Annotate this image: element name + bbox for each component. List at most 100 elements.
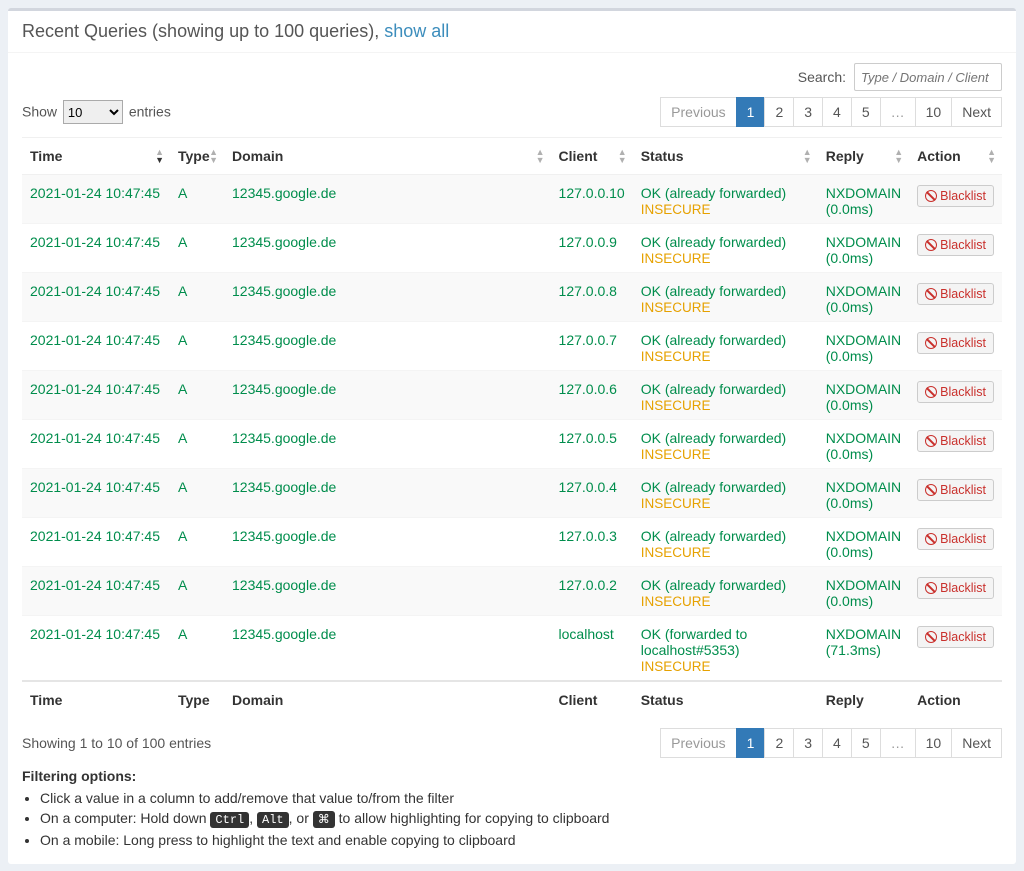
th-status[interactable]: Status▲▼ (633, 138, 818, 175)
blacklist-label: Blacklist (940, 287, 986, 301)
cell-domain[interactable]: 12345.google.de (232, 332, 336, 348)
cell-reply[interactable]: NXDOMAIN (0.0ms) (826, 283, 901, 315)
page-3[interactable]: 3 (793, 97, 823, 127)
page-3[interactable]: 3 (793, 728, 823, 758)
cell-reply[interactable]: NXDOMAIN (0.0ms) (826, 185, 901, 217)
blacklist-button[interactable]: Blacklist (917, 283, 994, 305)
cell-type[interactable]: A (178, 577, 187, 593)
page-prev[interactable]: Previous (660, 728, 736, 758)
page-1[interactable]: 1 (736, 728, 766, 758)
page-5[interactable]: 5 (851, 728, 881, 758)
blacklist-button[interactable]: Blacklist (917, 185, 994, 207)
page-5[interactable]: 5 (851, 97, 881, 127)
cell-client[interactable]: 127.0.0.2 (559, 577, 617, 593)
ban-icon (925, 239, 937, 251)
cell-type[interactable]: A (178, 332, 187, 348)
cell-domain[interactable]: 12345.google.de (232, 234, 336, 250)
cell-time[interactable]: 2021-01-24 10:47:45 (30, 381, 160, 397)
entries-select[interactable]: 10 (63, 100, 123, 124)
cell-time[interactable]: 2021-01-24 10:47:45 (30, 626, 160, 642)
cell-reply[interactable]: NXDOMAIN (0.0ms) (826, 577, 901, 609)
page-4[interactable]: 4 (822, 728, 852, 758)
pager-top: Previous 1 2 3 4 5 … 10 Next (661, 97, 1002, 127)
th-reply[interactable]: Reply▲▼ (818, 138, 909, 175)
cell-reply[interactable]: NXDOMAIN (71.3ms) (826, 626, 901, 658)
queries-table: Time▲▼ Type▲▼ Domain▲▼ Client▲▼ Status▲▼… (22, 137, 1002, 718)
blacklist-button[interactable]: Blacklist (917, 332, 994, 354)
cell-domain[interactable]: 12345.google.de (232, 528, 336, 544)
filter-section: Filtering options: Click a value in a co… (8, 762, 1016, 848)
cell-type[interactable]: A (178, 626, 187, 642)
page-2[interactable]: 2 (764, 728, 794, 758)
page-next[interactable]: Next (951, 97, 1002, 127)
cell-client[interactable]: 127.0.0.5 (559, 430, 617, 446)
cell-status: OK (already forwarded) (641, 528, 787, 544)
cell-client[interactable]: 127.0.0.3 (559, 528, 617, 544)
cell-type[interactable]: A (178, 528, 187, 544)
blacklist-button[interactable]: Blacklist (917, 381, 994, 403)
blacklist-button[interactable]: Blacklist (917, 479, 994, 501)
cell-reply[interactable]: NXDOMAIN (0.0ms) (826, 430, 901, 462)
cell-time[interactable]: 2021-01-24 10:47:45 (30, 528, 160, 544)
cell-reply[interactable]: NXDOMAIN (0.0ms) (826, 332, 901, 364)
th-domain[interactable]: Domain▲▼ (224, 138, 551, 175)
cell-insecure: INSECURE (641, 447, 711, 462)
blacklist-button[interactable]: Blacklist (917, 234, 994, 256)
filter-tip-2: On a computer: Hold down Ctrl, Alt, or ⌘… (40, 810, 1002, 828)
cell-client[interactable]: 127.0.0.4 (559, 479, 617, 495)
blacklist-button[interactable]: Blacklist (917, 430, 994, 452)
cell-status: OK (already forwarded) (641, 430, 787, 446)
blacklist-button[interactable]: Blacklist (917, 528, 994, 550)
cell-client[interactable]: 127.0.0.10 (559, 185, 625, 201)
cell-reply[interactable]: NXDOMAIN (0.0ms) (826, 479, 901, 511)
cell-reply[interactable]: NXDOMAIN (0.0ms) (826, 381, 901, 413)
cell-time[interactable]: 2021-01-24 10:47:45 (30, 479, 160, 495)
cell-domain[interactable]: 12345.google.de (232, 577, 336, 593)
cell-domain[interactable]: 12345.google.de (232, 283, 336, 299)
cell-type[interactable]: A (178, 381, 187, 397)
cell-time[interactable]: 2021-01-24 10:47:45 (30, 234, 160, 250)
cell-reply[interactable]: NXDOMAIN (0.0ms) (826, 528, 901, 560)
page-next[interactable]: Next (951, 728, 1002, 758)
sort-icon: ▲▼ (803, 148, 812, 164)
cell-client[interactable]: 127.0.0.9 (559, 234, 617, 250)
cell-client[interactable]: localhost (559, 626, 614, 642)
cell-time[interactable]: 2021-01-24 10:47:45 (30, 332, 160, 348)
show-all-link[interactable]: show all (384, 21, 449, 41)
cell-domain[interactable]: 12345.google.de (232, 479, 336, 495)
page-10[interactable]: 10 (915, 728, 953, 758)
cell-domain[interactable]: 12345.google.de (232, 381, 336, 397)
cell-client[interactable]: 127.0.0.8 (559, 283, 617, 299)
page-2[interactable]: 2 (764, 97, 794, 127)
page-prev[interactable]: Previous (660, 97, 736, 127)
table-row: 2021-01-24 10:47:45 A 12345.google.de 127.0… (22, 518, 1002, 567)
tf-domain: Domain (224, 681, 551, 718)
cell-type[interactable]: A (178, 283, 187, 299)
table-row: 2021-01-24 10:47:45 A 12345.google.de 127.0… (22, 567, 1002, 616)
cell-type[interactable]: A (178, 479, 187, 495)
th-time[interactable]: Time▲▼ (22, 138, 170, 175)
cell-domain[interactable]: 12345.google.de (232, 430, 336, 446)
cell-client[interactable]: 127.0.0.6 (559, 381, 617, 397)
page-ellipsis: … (880, 97, 916, 127)
cell-type[interactable]: A (178, 430, 187, 446)
page-1[interactable]: 1 (736, 97, 766, 127)
blacklist-button[interactable]: Blacklist (917, 626, 994, 648)
cell-type[interactable]: A (178, 234, 187, 250)
title-text: Recent Queries (showing up to 100 querie… (22, 21, 384, 41)
th-type[interactable]: Type▲▼ (170, 138, 224, 175)
cell-type[interactable]: A (178, 185, 187, 201)
search-input[interactable] (854, 63, 1002, 91)
cell-time[interactable]: 2021-01-24 10:47:45 (30, 577, 160, 593)
th-client[interactable]: Client▲▼ (551, 138, 633, 175)
cell-domain[interactable]: 12345.google.de (232, 185, 336, 201)
cell-time[interactable]: 2021-01-24 10:47:45 (30, 283, 160, 299)
cell-domain[interactable]: 12345.google.de (232, 626, 336, 642)
blacklist-button[interactable]: Blacklist (917, 577, 994, 599)
page-10[interactable]: 10 (915, 97, 953, 127)
cell-time[interactable]: 2021-01-24 10:47:45 (30, 430, 160, 446)
page-4[interactable]: 4 (822, 97, 852, 127)
cell-reply[interactable]: NXDOMAIN (0.0ms) (826, 234, 901, 266)
cell-time[interactable]: 2021-01-24 10:47:45 (30, 185, 160, 201)
cell-client[interactable]: 127.0.0.7 (559, 332, 617, 348)
